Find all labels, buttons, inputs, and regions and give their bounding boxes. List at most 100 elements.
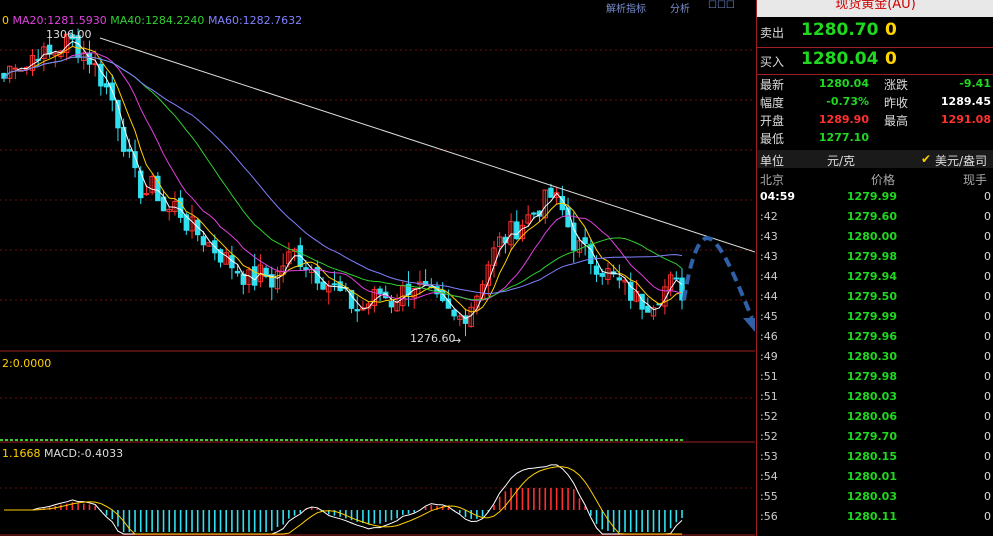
tick-price: 1280.11 — [846, 510, 897, 523]
tick-row: :44 1279.94 0 — [757, 270, 993, 290]
sell-row: 卖出 1280.70 0 — [757, 18, 993, 46]
candle-down — [548, 187, 554, 198]
candle-down — [451, 309, 457, 317]
ma-legend: 0 MA20:1281.5930 MA40:1284.2240 MA60:128… — [2, 14, 302, 27]
tick-volume: 0 — [984, 230, 991, 243]
tick-volume: 0 — [984, 410, 991, 423]
candle-down — [126, 148, 133, 152]
candle-down — [588, 243, 594, 264]
candle-down — [599, 273, 605, 277]
tick-header: 北京 价格 现手 — [757, 170, 993, 188]
ma20-line — [3, 52, 683, 301]
tick-time: :46 — [760, 330, 778, 343]
latest-value: 1280.04 — [818, 77, 869, 90]
candle-up — [143, 193, 150, 196]
tick-time: :43 — [760, 250, 778, 263]
tick-row: :51 1280.03 0 — [757, 390, 993, 410]
tick-price: 1279.96 — [846, 330, 897, 343]
candle-down — [673, 277, 680, 280]
tick-time: :56 — [760, 510, 778, 523]
macd-legend: 1.1668 MACD:-0.4033 — [2, 447, 123, 460]
tick-price: 1280.30 — [846, 350, 897, 363]
tick-time: :44 — [760, 270, 778, 283]
candle-up — [12, 67, 19, 70]
tick-price: 1279.60 — [846, 210, 897, 223]
unit-bar: 单位 元/克 ✔ 美元/盎司 — [757, 150, 993, 168]
top-link-analysis[interactable]: 解析指标 — [606, 0, 646, 15]
macd-dea-line — [4, 466, 682, 535]
kline-chart-area[interactable]: 0 MA20:1281.5930 MA40:1284.2240 MA60:128… — [0, 0, 755, 536]
top-link-tools[interactable]: 分析 — [670, 0, 690, 15]
tick-time: :45 — [760, 310, 778, 323]
low-value: 1277.10 — [818, 131, 869, 144]
buy-label: 买入 — [760, 55, 785, 69]
pct-label: 幅度 — [760, 96, 785, 110]
tick-time: :44 — [760, 290, 778, 303]
tick-row: :52 1280.06 0 — [757, 410, 993, 430]
unit-value: 元/克 — [827, 154, 856, 168]
buy-volume: 0 — [885, 49, 897, 69]
volume-legend: 2:0.0000 — [2, 357, 52, 370]
tick-time: :42 — [760, 210, 778, 223]
tick-volume: 0 — [984, 350, 991, 363]
candle-down — [331, 283, 338, 286]
tick-row: :55 1280.03 0 — [757, 490, 993, 510]
sell-label: 卖出 — [760, 26, 785, 40]
top-link-icons[interactable]: ☐☐☐ — [708, 0, 735, 11]
prev-close-label: 昨收 — [884, 96, 909, 110]
low-label: 最低 — [760, 132, 785, 146]
tick-price: 1279.98 — [846, 250, 897, 263]
candle-down — [155, 175, 161, 202]
open-value: 1289.90 — [818, 113, 869, 126]
col-volume: 现手 — [963, 173, 988, 187]
tick-price: 1280.15 — [846, 450, 897, 463]
tick-row: 04:59 1279.99 0 — [757, 190, 993, 210]
tick-volume: 0 — [984, 470, 991, 483]
unit-label: 单位 — [760, 154, 785, 168]
checkmark-icon[interactable]: ✔ — [921, 152, 931, 166]
tick-row: :56 1280.11 0 — [757, 510, 993, 530]
high-label: 最高 — [884, 114, 909, 128]
low-price-arrow: → — [452, 334, 462, 347]
tick-price: 1279.70 — [846, 430, 897, 443]
candle-down — [514, 221, 520, 240]
tick-price: 1279.99 — [846, 310, 897, 323]
sell-volume: 0 — [885, 20, 897, 40]
unit-option-usd-oz[interactable]: 美元/盎司 — [935, 152, 987, 169]
tick-row: :44 1279.50 0 — [757, 290, 993, 310]
tick-volume: 0 — [984, 270, 991, 283]
candle-down — [571, 222, 577, 251]
buy-price: 1280.04 — [801, 49, 879, 69]
tick-price: 1280.00 — [846, 230, 897, 243]
low-price-label: 1276.60 — [410, 332, 456, 345]
tick-time: :52 — [760, 410, 778, 423]
moving-average-lines — [3, 40, 683, 320]
ma-legend-ma60: MA60:1282.7632 — [207, 14, 303, 27]
tick-time: :54 — [760, 470, 778, 483]
latest-label: 最新 — [760, 78, 785, 92]
change-value: -9.41 — [959, 77, 991, 90]
tick-time: 04:59 — [760, 190, 796, 203]
candle-down — [593, 265, 600, 275]
tick-price: 1280.01 — [846, 470, 897, 483]
open-label: 开盘 — [760, 114, 785, 128]
macd-legend-macd: MACD:-0.4033 — [44, 447, 124, 460]
candle-down — [616, 277, 623, 281]
tick-time: :51 — [760, 370, 778, 383]
tick-time: :51 — [760, 390, 778, 403]
tick-time: :53 — [760, 450, 778, 463]
macd-legend-dif: 1.1668 — [2, 447, 41, 460]
forecast-arrowhead — [743, 318, 755, 332]
tick-price: 1280.03 — [846, 390, 897, 403]
tick-price: 1279.94 — [846, 270, 897, 283]
candle-down — [320, 281, 326, 290]
candle-down — [531, 212, 537, 215]
tick-row: :43 1279.98 0 — [757, 250, 993, 270]
ma40-line — [3, 56, 683, 301]
tick-row: :42 1279.60 0 — [757, 210, 993, 230]
pct-value: -0.73% — [826, 95, 869, 108]
tick-row: :51 1279.98 0 — [757, 370, 993, 390]
tick-volume: 0 — [984, 430, 991, 443]
high-price-arrow: → — [72, 31, 82, 44]
tick-price: 1280.06 — [846, 410, 897, 423]
